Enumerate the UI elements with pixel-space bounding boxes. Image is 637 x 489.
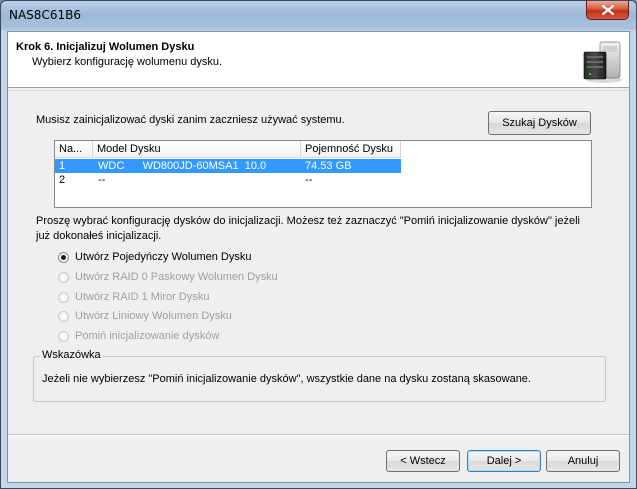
cancel-button[interactable]: Anuluj <box>546 450 620 472</box>
radio-label: Utwórz Pojedyńczy Wolumen Dysku <box>75 251 252 263</box>
cell-capacity: 74.53 GB <box>305 160 352 172</box>
wizard-header: Krok 6. Inicjalizuj Wolumen Dysku Wybier… <box>8 32 629 88</box>
footer-separator-highlight <box>8 435 629 436</box>
close-icon <box>601 5 614 15</box>
disk-list-table[interactable]: Na... Model Dysku Pojemność Dysku 1 WDC … <box>54 140 592 208</box>
hint-legend: Wskazówka <box>40 349 103 361</box>
step-subtitle: Wybierz konfigurację wolumenu dysku. <box>32 56 223 68</box>
wizard-window: NAS8C61B6 Krok 6. Inicjalizuj Wolumen Dy… <box>0 0 637 489</box>
radio-label: Utwórz RAID 1 Miror Dysku <box>75 291 210 303</box>
step-title: Krok 6. Inicjalizuj Wolumen Dysku <box>16 41 195 53</box>
cell-model: WDC WD800JD-60MSA1 10.0 <box>98 160 267 172</box>
hint-text: Jeżeli nie wybierzesz "Pomiń inicjalizow… <box>42 373 531 385</box>
dialog-client-area: Krok 6. Inicjalizuj Wolumen Dysku Wybier… <box>7 31 630 483</box>
cell-capacity: -- <box>305 174 313 186</box>
choose-config-text: Proszę wybrać konfigurację dysków do ini… <box>36 215 580 242</box>
option-raid0[interactable]: Utwórz RAID 0 Paskowy Wolumen Dysku <box>58 269 278 285</box>
table-row[interactable]: 1 WDC WD800JD-60MSA1 10.0 74.53 GB <box>55 159 401 173</box>
radio-single-volume[interactable] <box>58 251 69 263</box>
header-separator <box>8 90 629 91</box>
option-single-volume[interactable]: Utwórz Pojedyńczy Wolumen Dysku <box>58 249 251 265</box>
radio-label: Utwórz Liniowy Wolumen Dysku <box>75 310 232 322</box>
hint-groupbox: Wskazówka Jeżeli nie wybierzesz "Pomiń i… <box>33 349 606 402</box>
radio-raid0[interactable] <box>58 271 69 283</box>
back-button[interactable]: < Wstecz <box>386 450 460 472</box>
close-button[interactable] <box>586 1 629 20</box>
search-disks-button[interactable]: Szukaj Dysków <box>488 111 591 135</box>
must-init-text: Musisz zainicjalizować dyski zanim zaczn… <box>36 114 345 126</box>
column-header-number[interactable]: Na... <box>55 141 93 158</box>
table-row[interactable]: 2 -- -- <box>55 173 401 187</box>
cell-number: 1 <box>59 160 66 172</box>
radio-linear[interactable] <box>58 310 69 322</box>
option-skip-init[interactable]: Pomiń inicjalizowanie dysków <box>58 328 219 344</box>
cell-model: -- <box>98 174 106 186</box>
option-linear[interactable]: Utwórz Liniowy Wolumen Dysku <box>58 308 232 324</box>
radio-label: Utwórz RAID 0 Paskowy Wolumen Dysku <box>75 271 278 283</box>
nas-server-icon <box>583 41 622 83</box>
radio-raid1[interactable] <box>58 291 69 303</box>
column-header-capacity[interactable]: Pojemność Dysku <box>301 141 401 158</box>
table-header: Na... Model Dysku Pojemność Dysku <box>55 141 591 158</box>
next-button[interactable]: Dalej > <box>467 450 541 472</box>
radio-label: Pomiń inicjalizowanie dysków <box>75 330 220 342</box>
window-title: NAS8C61B6 <box>9 8 81 22</box>
radio-skip-init[interactable] <box>58 330 69 342</box>
option-raid1[interactable]: Utwórz RAID 1 Miror Dysku <box>58 289 209 305</box>
title-bar[interactable]: NAS8C61B6 <box>1 1 636 31</box>
column-header-model[interactable]: Model Dysku <box>93 141 301 158</box>
cell-number: 2 <box>59 174 66 186</box>
